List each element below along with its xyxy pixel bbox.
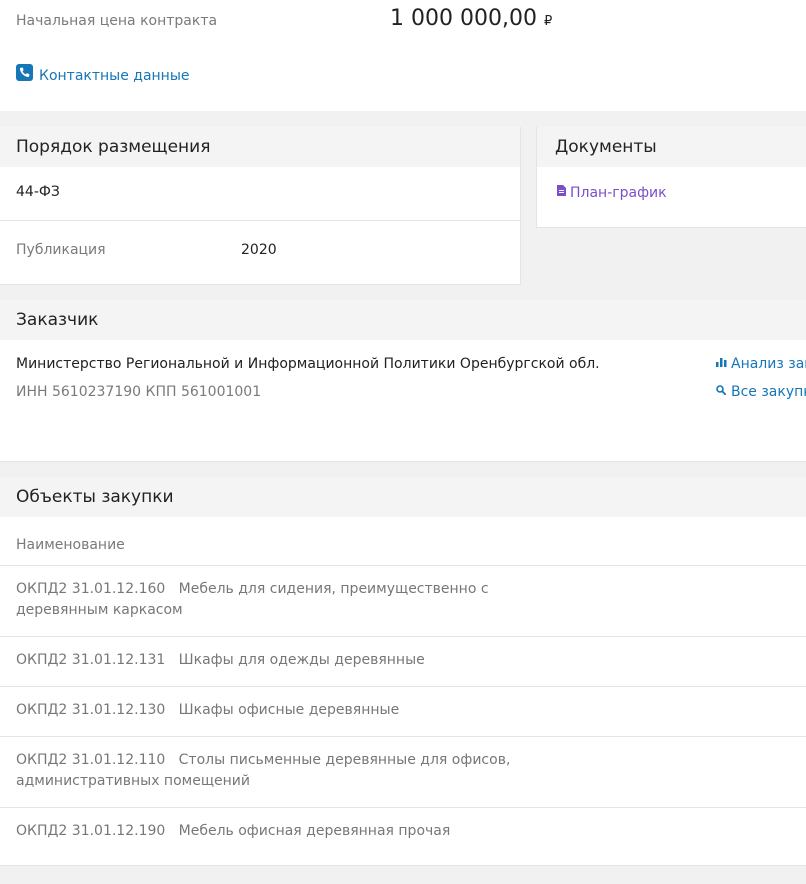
price-label: Начальная цена контракта (16, 13, 218, 29)
list-item: ОКПД2 31.01.12.131 Шкафы для одежды дере… (16, 650, 576, 671)
item-code: ОКПД2 31.01.12.110 (16, 752, 166, 768)
all-purchases-label: Все закупк (731, 384, 806, 400)
order-divider (0, 220, 520, 221)
item-code: ОКПД2 31.01.12.131 (16, 652, 166, 668)
objects-title: Объекты закупки (0, 477, 806, 517)
item-name: Шкафы офисные деревянные (178, 702, 400, 718)
row-divider (0, 807, 806, 808)
price-value-wrap: 1 000 000,00 ₽ (390, 6, 552, 31)
plan-schedule-label: План-график (570, 185, 667, 201)
currency-sign: ₽ (544, 14, 553, 29)
customer-panel: Заказчик Министерство Региональной и Инф… (0, 300, 806, 462)
documents-panel: Документы План-график (536, 127, 806, 228)
order-title: Порядок размещения (0, 127, 520, 167)
documents-title: Документы (537, 127, 806, 167)
row-divider (0, 636, 806, 637)
objects-column-header: Наименование (16, 537, 125, 553)
search-icon (716, 383, 727, 399)
document-icon (557, 184, 566, 200)
item-code: ОКПД2 31.01.12.190 (16, 823, 166, 839)
all-purchases-link[interactable]: Все закупк (716, 384, 806, 400)
phone-icon (16, 64, 33, 85)
contacts-link[interactable]: Контактные данные (16, 64, 190, 85)
bar-chart-icon (716, 355, 727, 371)
publication-value: 2020 (241, 242, 277, 258)
contacts-label: Контактные данные (39, 68, 190, 84)
price-section: Начальная цена контракта 1 000 000,00 ₽ … (0, 0, 806, 111)
customer-name: Министерство Региональной и Информационн… (16, 356, 600, 372)
item-code: ОКПД2 31.01.12.160 (16, 581, 166, 597)
row-divider (0, 686, 806, 687)
item-name: Мебель офисная деревянная прочая (178, 823, 451, 839)
customer-inn-kpp: ИНН 5610237190 КПП 561001001 (16, 384, 262, 400)
law-value: 44-ФЗ (16, 184, 60, 200)
list-item: ОКПД2 31.01.12.160 Мебель для сидения, п… (16, 579, 576, 621)
objects-panel: Объекты закупки Наименование ОКПД2 31.01… (0, 477, 806, 866)
analysis-label: Анализ зак (731, 356, 806, 372)
objects-header-divider (0, 565, 806, 566)
customer-title: Заказчик (0, 300, 806, 340)
row-divider (0, 736, 806, 737)
publication-label: Публикация (16, 242, 106, 258)
item-name: Шкафы для одежды деревянные (178, 652, 425, 668)
analysis-link[interactable]: Анализ зак (716, 356, 806, 372)
order-panel: Порядок размещения 44-ФЗ Публикация 2020 (0, 127, 521, 285)
price-value: 1 000 000,00 (390, 6, 537, 31)
list-item: ОКПД2 31.01.12.130 Шкафы офисные деревян… (16, 700, 576, 721)
plan-schedule-link[interactable]: План-график (557, 184, 667, 201)
list-item: ОКПД2 31.01.12.110 Столы письменные дере… (16, 750, 576, 792)
item-code: ОКПД2 31.01.12.130 (16, 702, 166, 718)
list-item: ОКПД2 31.01.12.190 Мебель офисная деревя… (16, 821, 576, 842)
